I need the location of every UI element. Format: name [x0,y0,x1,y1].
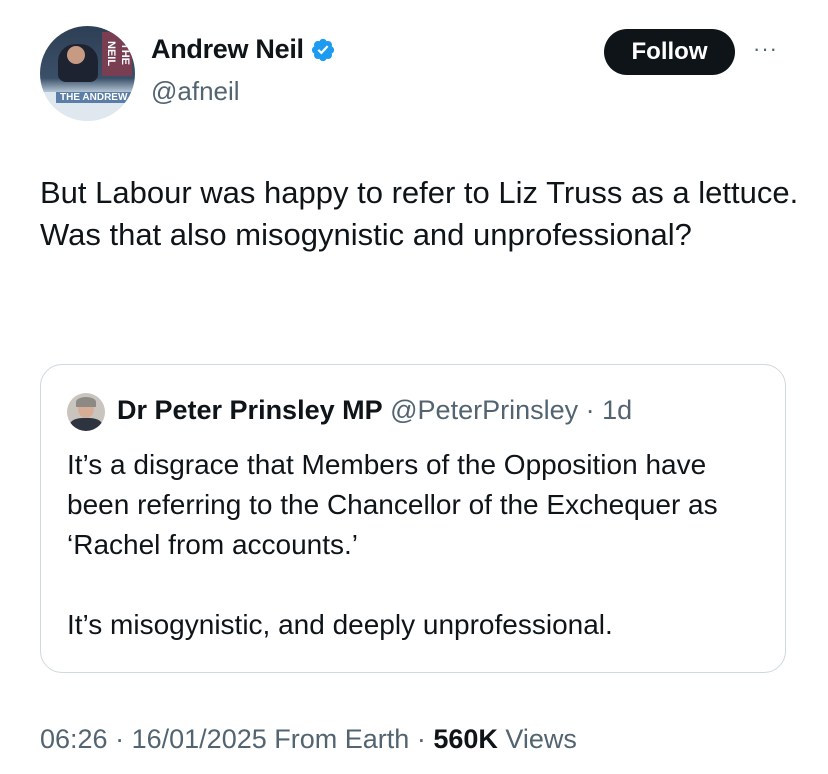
views-label: Views [505,724,577,754]
avatar-logo-top: THE NEIL [102,32,132,76]
more-options-icon[interactable]: ··· [753,36,778,62]
tweet-text: But Labour was happy to refer to Liz Tru… [40,175,799,252]
tweet-date[interactable]: 16/01/2025 [132,724,267,754]
quoted-avatar-suit-shape [70,418,102,431]
tweet-meta-footer: 06:26 · 16/01/2025 From Earth · 560K Vie… [40,724,577,755]
author-name-row: Andrew Neil [151,34,336,65]
verified-badge-icon[interactable] [310,37,336,63]
author-name[interactable]: Andrew Neil [151,34,304,65]
quoted-tweet-card[interactable]: Dr Peter Prinsley MP @PeterPrinsley · 1d… [40,364,786,673]
views-count[interactable]: 560K [433,724,498,754]
footer-separator: · [115,724,125,754]
author-handle[interactable]: @afneil [151,76,240,107]
quoted-paragraph-2: It’s misogynistic, and deeply unprofessi… [67,609,613,640]
author-avatar[interactable]: THE NEIL THE ANDREW [40,26,135,121]
quoted-avatar-hair-shape [76,397,96,407]
avatar-face-shape [67,46,85,64]
quoted-author-name[interactable]: Dr Peter Prinsley MP [117,395,383,425]
quoted-separator: · [585,395,595,425]
quoted-tweet-text: It’s a disgrace that Members of the Oppo… [67,445,767,645]
footer-separator: · [416,724,426,754]
avatar-logo-bottom: THE ANDREW [56,92,132,103]
quoted-author-avatar[interactable] [67,393,105,431]
tweet-time[interactable]: 06:26 [40,724,108,754]
follow-button[interactable]: Follow [604,29,735,75]
quoted-header: Dr Peter Prinsley MP @PeterPrinsley · 1d [117,395,632,426]
tweet-source: From Earth [274,724,410,754]
quoted-author-handle[interactable]: @PeterPrinsley [390,395,578,425]
quoted-age[interactable]: 1d [602,395,632,425]
quoted-paragraph-1: It’s a disgrace that Members of the Oppo… [67,449,718,560]
